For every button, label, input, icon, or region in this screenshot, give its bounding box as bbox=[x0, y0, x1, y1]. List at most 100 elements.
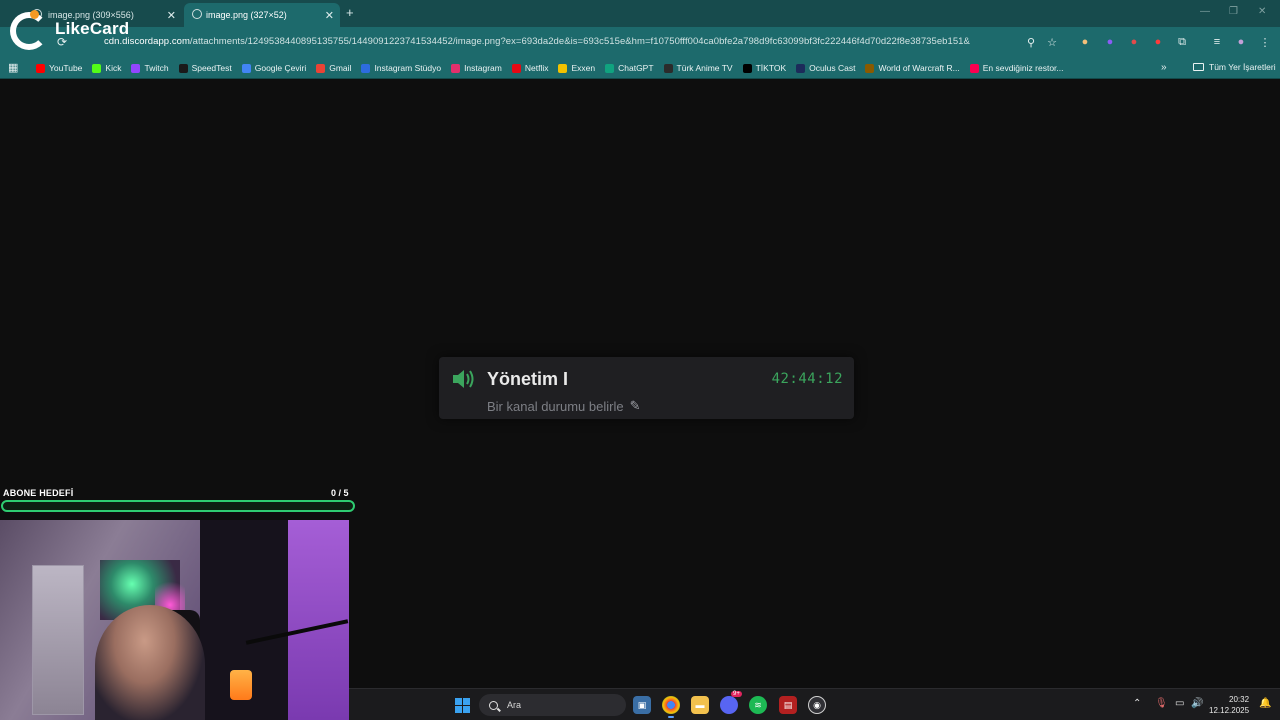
chrome-icon[interactable] bbox=[662, 696, 680, 714]
menu-dots-icon[interactable]: ⋮ bbox=[1258, 35, 1272, 49]
minimize-icon[interactable]: — bbox=[1200, 6, 1210, 17]
bookmark-favicon-icon bbox=[558, 63, 568, 73]
webcam-microphone bbox=[230, 670, 252, 700]
logo-dot-icon bbox=[30, 10, 39, 19]
bookmark-label: ChatGPT bbox=[618, 63, 654, 73]
tab-image-327x52[interactable]: image.png (327×52) ✕ bbox=[184, 3, 340, 27]
logo-text: LikeCard bbox=[55, 19, 130, 38]
taskbar-clock[interactable]: 20:32 12.12.2025 bbox=[1209, 694, 1249, 716]
spotify-icon[interactable]: ≋ bbox=[749, 696, 767, 714]
bookmark-label: Google Çeviri bbox=[254, 63, 307, 73]
close-tab-icon[interactable]: ✕ bbox=[167, 9, 176, 22]
bookmark-label: Netflix bbox=[524, 63, 549, 73]
microphone-icon[interactable]: 🎙 bbox=[1155, 698, 1168, 709]
bookmark-favicon-icon bbox=[796, 63, 806, 73]
clock-date: 12.12.2025 bbox=[1209, 706, 1250, 715]
bookmark-item[interactable]: Instagram Stüdyo bbox=[361, 63, 441, 73]
bookmark-item[interactable]: Exxen bbox=[558, 63, 595, 73]
extension-icon[interactable]: ● bbox=[1151, 35, 1165, 49]
search-placeholder: Ara bbox=[507, 700, 522, 710]
discord-badge: 9+ bbox=[731, 691, 742, 697]
bookmark-item[interactable]: SpeedTest bbox=[178, 63, 232, 73]
discord-voice-channel-card: Yönetim I 42:44:12 Bir kanal durumu beli… bbox=[439, 357, 854, 419]
extension-icon[interactable]: ● bbox=[1103, 35, 1117, 49]
bookmark-item[interactable]: ChatGPT bbox=[605, 63, 654, 73]
volume-icon[interactable]: 🔊 bbox=[1191, 698, 1203, 709]
tray-chevron-up-icon[interactable]: ⌃ bbox=[1133, 698, 1141, 709]
clock-time: 20:32 bbox=[1229, 695, 1250, 704]
bookmark-item[interactable]: Twitch bbox=[131, 63, 169, 73]
bookmark-item[interactable]: Google Çeviri bbox=[241, 63, 307, 73]
bookmark-label: Instagram bbox=[464, 63, 502, 73]
zoom-icon[interactable]: ⚲ bbox=[1024, 35, 1038, 49]
more-bookmarks-icon[interactable]: » bbox=[1161, 62, 1167, 73]
bookmark-favicon-icon bbox=[969, 63, 979, 73]
bookmark-star-icon[interactable]: ☆ bbox=[1045, 35, 1059, 49]
extension-icon[interactable]: ● bbox=[1127, 35, 1141, 49]
bookmark-label: Türk Anime TV bbox=[676, 63, 733, 73]
file-explorer-icon[interactable]: ▬ bbox=[691, 696, 709, 714]
widgets-icon[interactable]: ▣ bbox=[633, 696, 651, 714]
windows-start-icon[interactable] bbox=[455, 698, 470, 713]
extension-icon[interactable]: ● bbox=[1078, 35, 1092, 49]
bookmark-favicon-icon bbox=[131, 63, 141, 73]
bookmark-favicon-icon bbox=[92, 63, 102, 73]
bookmark-label: Kick bbox=[105, 63, 122, 73]
apps-grid-icon[interactable]: ▦ bbox=[8, 61, 18, 74]
bookmark-favicon-icon bbox=[36, 63, 45, 73]
bookmark-favicon-icon bbox=[451, 63, 461, 73]
bookmark-label: Twitch bbox=[144, 63, 169, 73]
url-path: /attachments/1249538440895135755/1449091… bbox=[189, 36, 970, 47]
bookmark-item[interactable]: Türk Anime TV bbox=[663, 63, 733, 73]
bookmark-list: YouTube Kick Twitch SpeedTest Google Çeviri G… bbox=[36, 57, 1074, 79]
browser-toolbar: ⟳ cdn.discordapp.com/attachments/1249538… bbox=[0, 27, 1280, 57]
bookmark-item[interactable]: Kick bbox=[92, 63, 121, 73]
bookmark-favicon-icon bbox=[742, 63, 752, 73]
all-bookmarks-button[interactable]: Tüm Yer İşaretleri bbox=[1193, 62, 1276, 72]
bookmark-label: Oculus Cast bbox=[809, 63, 856, 73]
bookmark-label: Gmail bbox=[329, 63, 352, 73]
close-window-icon[interactable]: ✕ bbox=[1258, 6, 1266, 17]
bookmark-item[interactable]: World of Warcraft R... bbox=[865, 63, 960, 73]
bookmark-favicon-icon bbox=[663, 63, 673, 73]
extensions-puzzle-icon[interactable]: ⧉ bbox=[1175, 35, 1189, 49]
network-icon[interactable]: ▭ bbox=[1175, 698, 1184, 709]
new-tab-button[interactable]: + bbox=[346, 5, 354, 20]
sub-goal-count: 0 / 5 bbox=[331, 488, 349, 498]
notification-bell-icon[interactable]: 🔔 bbox=[1259, 698, 1271, 709]
webcam-feed bbox=[0, 520, 349, 720]
media-controls-icon[interactable]: ≡ bbox=[1210, 35, 1224, 49]
webcam-streamer bbox=[95, 605, 205, 720]
speaker-icon bbox=[453, 370, 474, 388]
taskbar-search-box[interactable]: Ara bbox=[479, 694, 626, 716]
discord-icon[interactable]: 9+ bbox=[720, 691, 742, 714]
address-bar[interactable]: cdn.discordapp.com/attachments/124953844… bbox=[104, 36, 970, 47]
bookmark-favicon-icon bbox=[605, 63, 615, 73]
bookmark-item[interactable]: Gmail bbox=[316, 63, 351, 73]
close-tab-icon[interactable]: ✕ bbox=[325, 9, 334, 22]
bookmark-favicon-icon bbox=[178, 63, 188, 73]
profile-avatar-icon[interactable]: ● bbox=[1234, 35, 1248, 49]
bookmark-item[interactable]: Netflix bbox=[511, 63, 549, 73]
bookmark-label: World of Warcraft R... bbox=[878, 63, 960, 73]
channel-status[interactable]: Bir kanal durumu belirle ✎ bbox=[487, 398, 640, 414]
maximize-icon[interactable]: ❐ bbox=[1229, 6, 1238, 17]
bookmark-label: YouTube bbox=[49, 63, 83, 73]
bookmark-item[interactable]: En sevdiğiniz restor... bbox=[969, 63, 1064, 73]
pencil-icon[interactable]: ✎ bbox=[630, 398, 641, 414]
bookmark-favicon-icon bbox=[316, 63, 326, 73]
bookmark-label: TİKTOK bbox=[755, 63, 787, 73]
globe-icon bbox=[192, 9, 202, 19]
obs-icon[interactable]: ◉ bbox=[808, 696, 826, 714]
browser-tabstrip: image.png (309×556) ✕ image.png (327×52)… bbox=[0, 0, 1280, 27]
voicemeeter-icon[interactable]: ▤ bbox=[779, 696, 797, 714]
bookmark-item[interactable]: TİKTOK bbox=[742, 63, 787, 73]
folder-icon bbox=[1193, 63, 1204, 71]
bookmark-item[interactable]: Instagram bbox=[451, 63, 502, 73]
bookmark-item[interactable]: YouTube bbox=[36, 63, 82, 73]
channel-name: Yönetim I bbox=[487, 369, 569, 389]
chrome-active-indicator bbox=[668, 716, 674, 718]
bookmark-item[interactable]: Oculus Cast bbox=[796, 63, 855, 73]
channel-timer: 42:44:12 bbox=[771, 371, 843, 387]
bookmark-favicon-icon bbox=[511, 63, 521, 73]
